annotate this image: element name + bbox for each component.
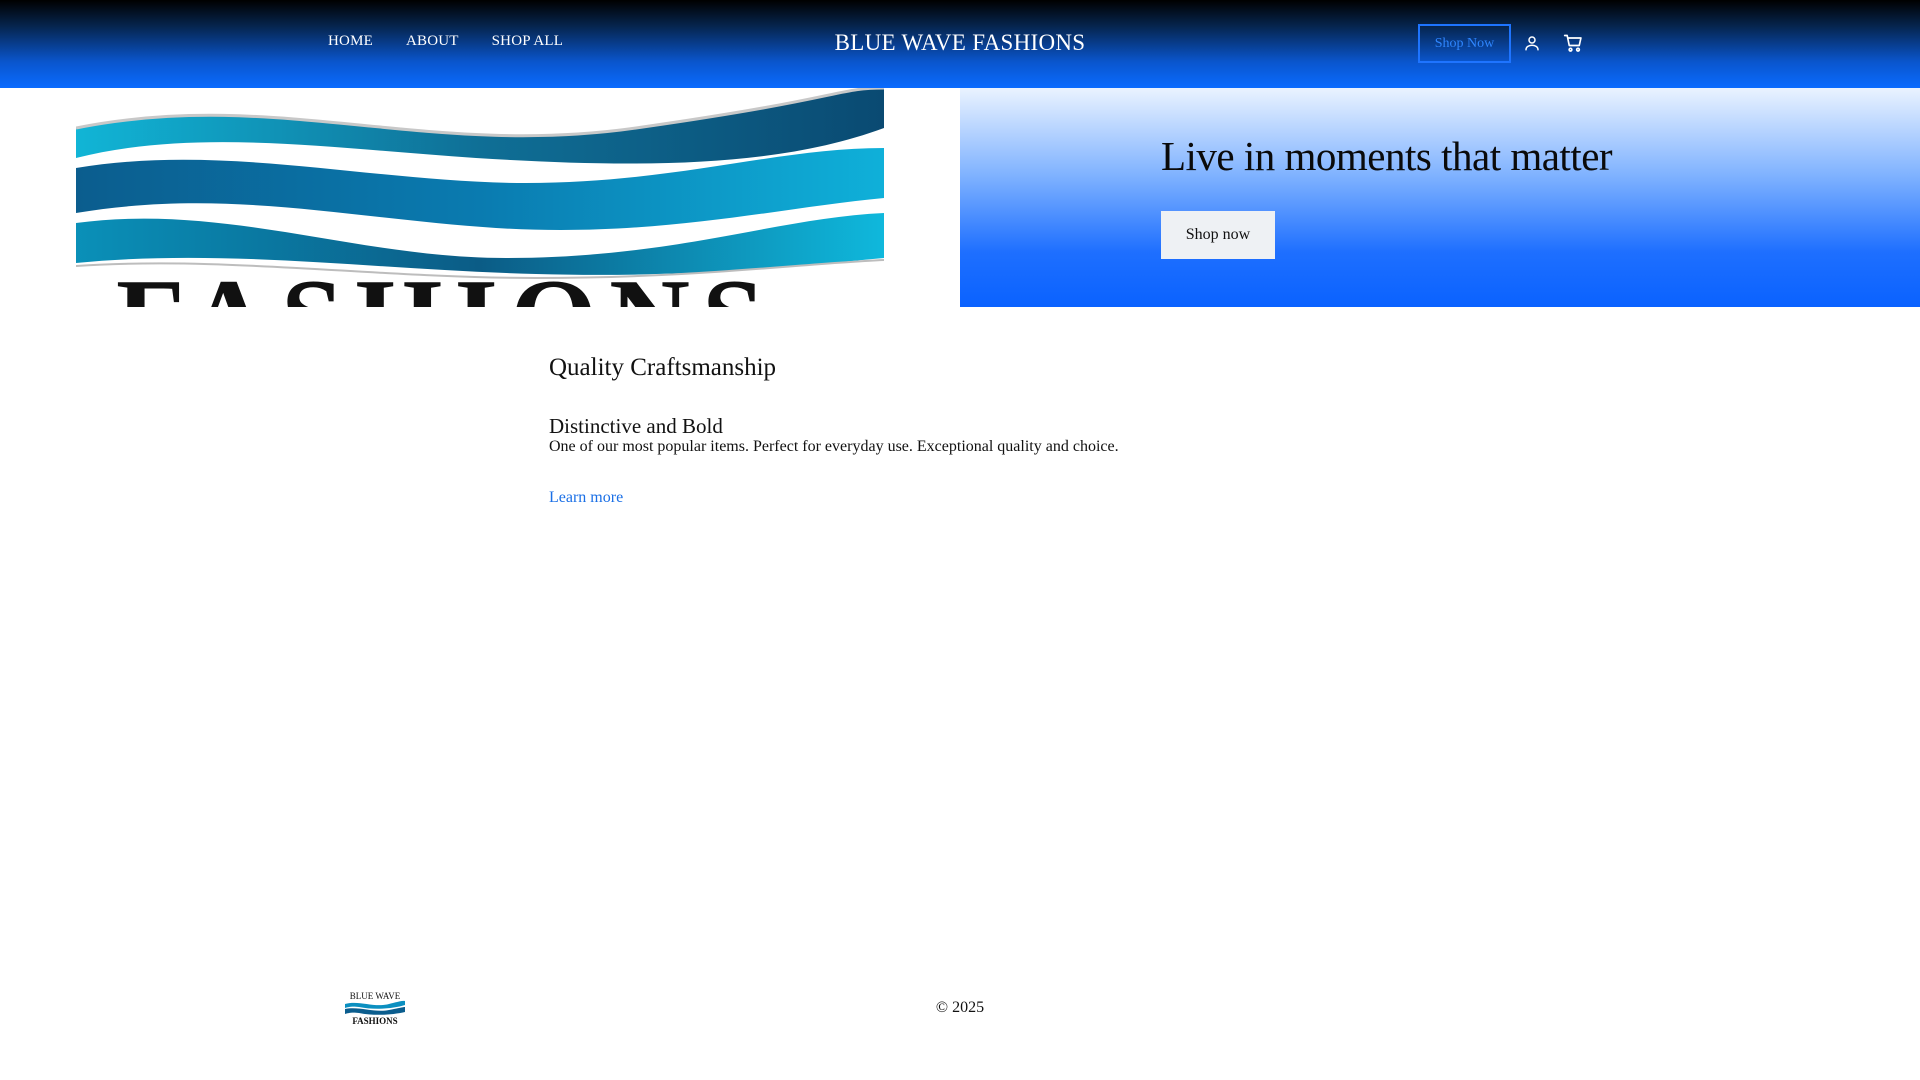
cart-button[interactable] xyxy=(1561,31,1585,55)
svg-text:FASHIONS: FASHIONS xyxy=(352,1016,397,1026)
feature-title: Distinctive and Bold xyxy=(549,414,723,438)
user-icon xyxy=(1525,36,1539,51)
hero-logo-image: FASHIONS xyxy=(76,88,884,307)
header-shop-now-button[interactable]: Shop Now xyxy=(1418,24,1511,63)
feature-description: One of our most popular items. Perfect f… xyxy=(549,438,1119,455)
hero-banner xyxy=(960,88,1920,307)
hero-heading: Live in moments that matter xyxy=(1161,133,1613,179)
footer-copyright: © 2025 xyxy=(935,999,985,1016)
account-button[interactable] xyxy=(1520,31,1544,55)
learn-more-link[interactable]: Learn more xyxy=(549,489,623,507)
cart-icon xyxy=(1563,34,1582,52)
section-title: Quality Craftsmanship xyxy=(549,354,777,381)
svg-text:FASHIONS: FASHIONS xyxy=(116,257,776,307)
hero-shop-now-button[interactable]: Shop now xyxy=(1161,211,1275,259)
wave-logo-graphic: FASHIONS xyxy=(76,88,884,307)
site-header: HOME ABOUT SHOP ALL BLUE WAVE FASHIONS S… xyxy=(0,0,1920,88)
site-brand-title[interactable]: BLUE WAVE FASHIONS xyxy=(0,30,1920,56)
